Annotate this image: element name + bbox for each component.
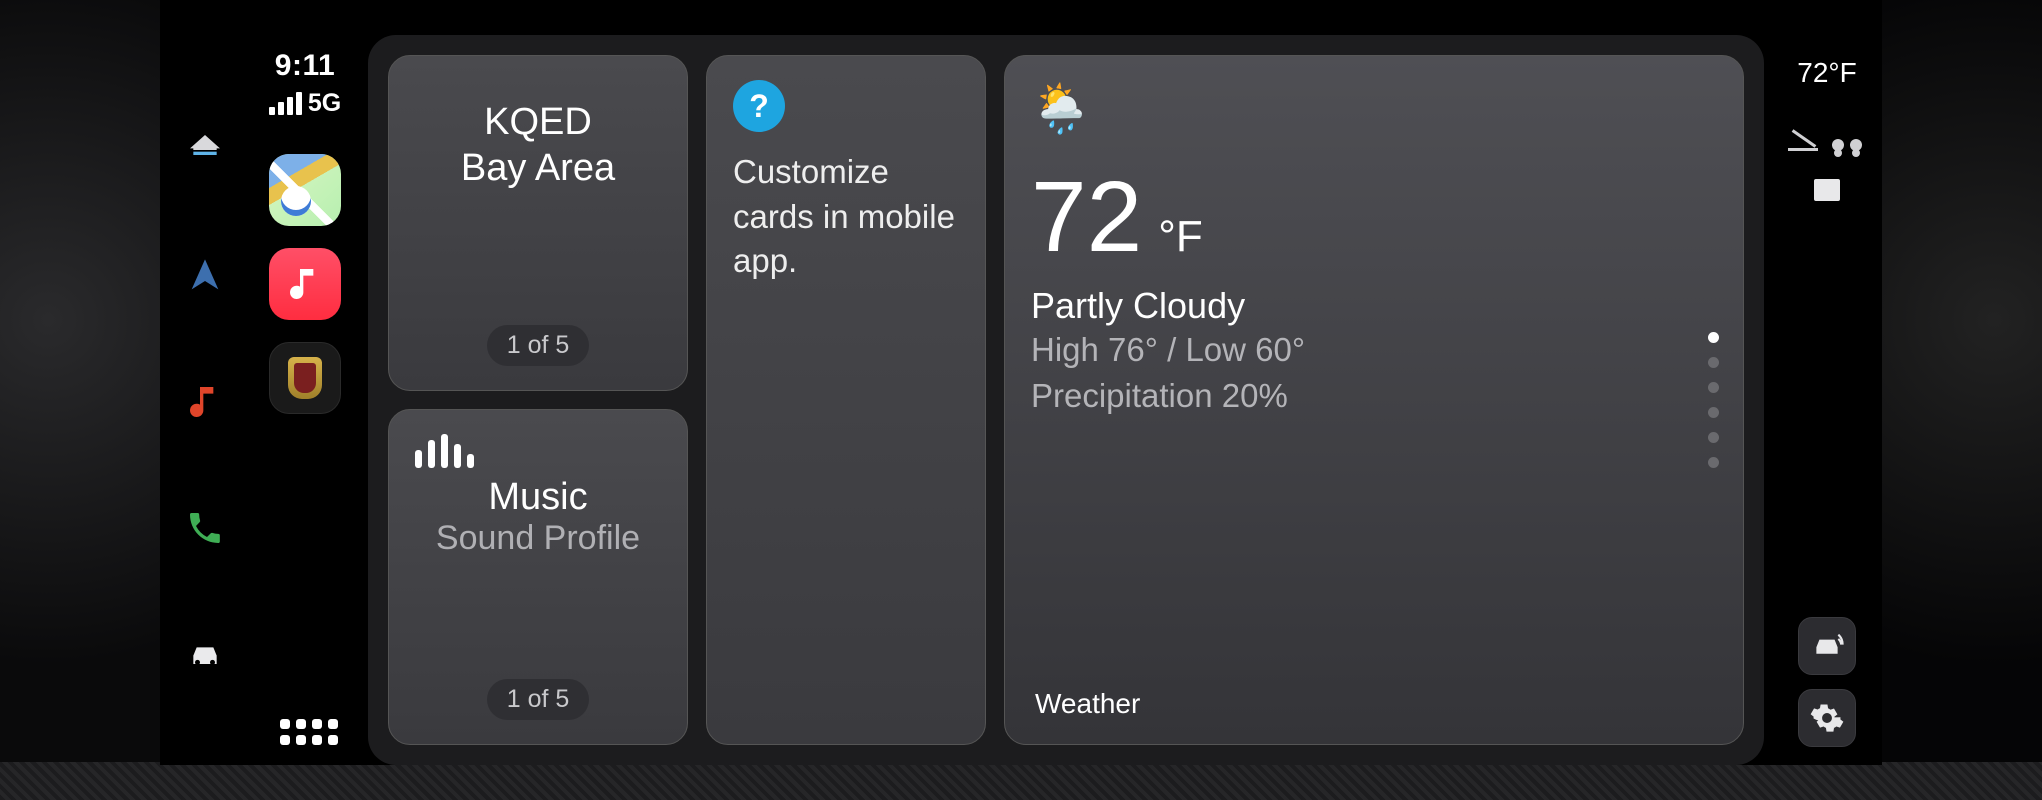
- weather-condition-icon: 🌦️: [1031, 80, 1717, 137]
- home-icon[interactable]: [182, 127, 228, 173]
- weather-page-dots[interactable]: [1708, 332, 1719, 468]
- card-weather[interactable]: 🌦️ 72 °F Partly Cloudy High 76° / Low 60…: [1004, 55, 1744, 745]
- exterior-temp: 72°F: [1797, 57, 1856, 89]
- dock-app-maps[interactable]: [269, 154, 341, 226]
- card-tips[interactable]: ? Customize cards in mobile app.: [706, 55, 986, 745]
- status-network: 5G: [269, 89, 341, 118]
- status-time: 9:11: [275, 49, 335, 83]
- flag-icon: [1814, 179, 1840, 201]
- radio-station-name: KQED: [415, 100, 661, 146]
- infotainment-screen: 9:11 5G KQED Bay Area 1 of 5 ? Customi: [160, 35, 1882, 765]
- traffic-off-icon: [1788, 139, 1818, 161]
- car-icon[interactable]: [182, 631, 228, 677]
- weather-precip: Precipitation 20%: [1031, 373, 1717, 419]
- tips-text: Customize cards in mobile app.: [733, 150, 959, 284]
- weather-temp-value: 72: [1031, 167, 1142, 267]
- music-note-icon[interactable]: [182, 379, 228, 425]
- right-status-column: 72°F: [1772, 35, 1882, 765]
- settings-button[interactable]: [1798, 689, 1856, 747]
- weather-condition-text: Partly Cloudy: [1031, 285, 1717, 327]
- radio-station-region: Bay Area: [415, 146, 661, 192]
- help-icon: ?: [733, 80, 785, 132]
- weather-attribution: Weather: [1031, 688, 1717, 720]
- card-radio[interactable]: KQED Bay Area 1 of 5: [388, 55, 688, 391]
- carplay-dock: 9:11 5G: [250, 35, 360, 765]
- radio-page-counter: 1 of 5: [487, 325, 590, 366]
- signal-bars-icon: [269, 92, 302, 115]
- music-card-title: Music: [415, 476, 661, 519]
- card-music-profile[interactable]: Music Sound Profile 1 of 5: [388, 409, 688, 745]
- phone-icon[interactable]: [182, 505, 228, 551]
- music-page-counter: 1 of 5: [487, 679, 590, 720]
- hardware-shortcut-column: [160, 35, 250, 765]
- equalizer-icon: [415, 434, 661, 468]
- weather-temp-unit: °F: [1158, 215, 1202, 259]
- music-card-subtitle: Sound Profile: [415, 519, 661, 558]
- app-grid-button[interactable]: [280, 719, 330, 745]
- passengers-icon: [1832, 139, 1866, 161]
- dock-app-porsche[interactable]: [269, 342, 341, 414]
- park-assist-button[interactable]: [1798, 617, 1856, 675]
- dock-app-music[interactable]: [269, 248, 341, 320]
- nav-arrow-icon[interactable]: [182, 253, 228, 299]
- network-label: 5G: [308, 89, 341, 118]
- dashboard-card-grid: KQED Bay Area 1 of 5 ? Customize cards i…: [368, 35, 1764, 765]
- weather-hilo: High 76° / Low 60°: [1031, 327, 1717, 373]
